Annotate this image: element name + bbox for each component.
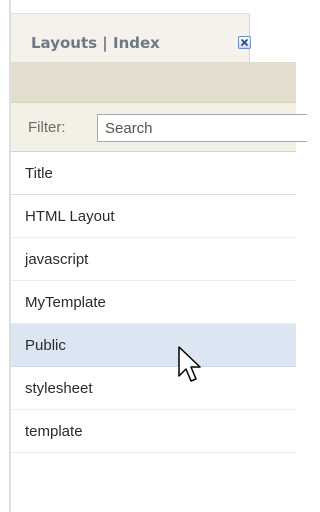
tab-layouts-index[interactable]: Layouts | Index [11, 13, 251, 62]
search-input[interactable] [97, 114, 307, 142]
toolbar [11, 62, 296, 102]
close-icon[interactable] [238, 36, 251, 49]
filter-label: Filter: [28, 119, 66, 136]
column-header-title[interactable]: Title [11, 152, 296, 195]
table-row[interactable]: template [11, 410, 296, 453]
table-row[interactable]: javascript [11, 238, 296, 281]
table-row[interactable]: MyTemplate [11, 281, 296, 324]
table-row[interactable]: stylesheet [11, 367, 296, 410]
table-row[interactable]: HTML Layout [11, 195, 296, 238]
filter-bar: Filter: [11, 102, 307, 152]
mouse-pointer-icon [178, 346, 201, 382]
table-row-selected[interactable]: Public [11, 324, 296, 367]
tab-title: Layouts | Index [31, 34, 160, 52]
